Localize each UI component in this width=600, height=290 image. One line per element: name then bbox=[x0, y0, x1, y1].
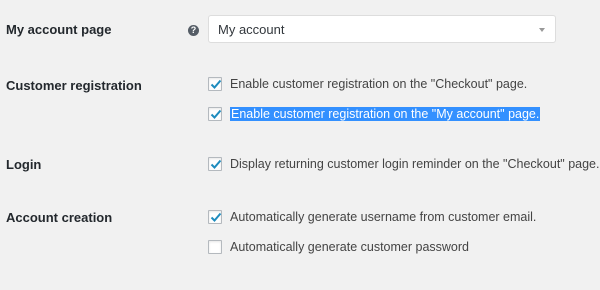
myaccount-registration-text: Enable customer registration on the "My … bbox=[230, 107, 541, 121]
customer-registration-label: Customer registration bbox=[6, 78, 142, 93]
checkout-registration-text: Enable customer registration on the "Che… bbox=[230, 77, 528, 91]
checkmark-icon bbox=[210, 109, 222, 119]
checkout-registration-checkbox[interactable] bbox=[208, 77, 222, 91]
generate-password-option[interactable]: Automatically generate customer password bbox=[208, 239, 469, 255]
account-creation-label: Account creation bbox=[6, 210, 113, 225]
checkmark-icon bbox=[210, 159, 222, 169]
generate-username-checkbox[interactable] bbox=[208, 210, 222, 224]
myaccount-registration-option[interactable]: Enable customer registration on the "My … bbox=[208, 106, 541, 122]
checkmark-icon bbox=[210, 79, 222, 89]
login-label: Login bbox=[6, 157, 42, 172]
chevron-down-icon bbox=[539, 28, 545, 32]
generate-password-text: Automatically generate customer password bbox=[230, 240, 470, 254]
generate-username-text: Automatically generate username from cus… bbox=[230, 210, 537, 224]
generate-username-option[interactable]: Automatically generate username from cus… bbox=[208, 209, 536, 225]
checkout-registration-option[interactable]: Enable customer registration on the "Che… bbox=[208, 76, 527, 92]
select-value: My account bbox=[218, 22, 285, 37]
login-reminder-text: Display returning customer login reminde… bbox=[230, 157, 600, 171]
my-account-page-label: My account page bbox=[6, 22, 112, 37]
checkmark-icon bbox=[210, 212, 222, 222]
question-circle-icon[interactable]: ? bbox=[188, 25, 199, 36]
login-reminder-option[interactable]: Display returning customer login reminde… bbox=[208, 156, 599, 172]
generate-password-checkbox[interactable] bbox=[208, 240, 222, 254]
login-reminder-checkbox[interactable] bbox=[208, 157, 222, 171]
my-account-page-select[interactable]: My account bbox=[208, 15, 556, 43]
myaccount-registration-checkbox[interactable] bbox=[208, 107, 222, 121]
